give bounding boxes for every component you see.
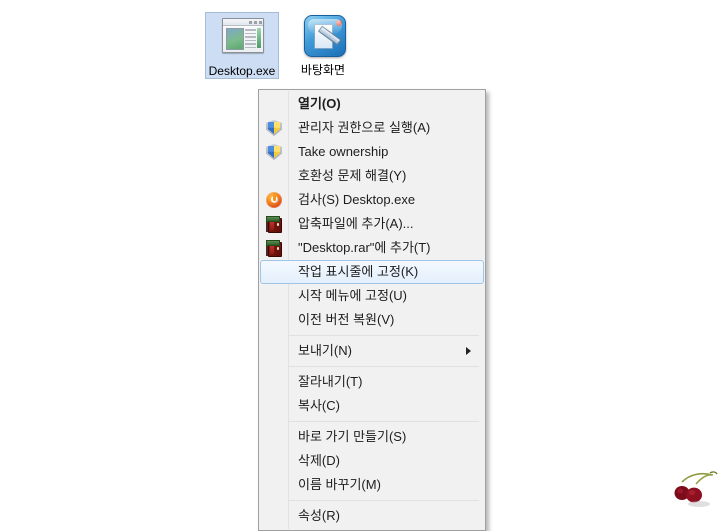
menu-item-label: "Desktop.rar"에 추가(T) bbox=[298, 240, 431, 255]
desktop-shortcut-icon bbox=[299, 12, 347, 60]
menu-item-label: 바로 가기 만들기(S) bbox=[298, 429, 407, 444]
menu-item-icon-slot bbox=[261, 394, 289, 418]
menu-item[interactable]: 보내기(N) bbox=[260, 339, 484, 363]
menu-item-icon-slot bbox=[261, 164, 289, 188]
menu-item-icon-slot bbox=[261, 449, 289, 473]
menu-item-icon-slot bbox=[261, 425, 289, 449]
menu-item-icon-slot bbox=[261, 370, 289, 394]
menu-item-label: 보내기(N) bbox=[298, 343, 352, 358]
menu-item-label: Take ownership bbox=[298, 144, 389, 159]
desktop-icon-label: 바탕화면 bbox=[300, 63, 346, 77]
submenu-arrow-icon bbox=[466, 347, 471, 355]
menu-item[interactable]: 이름 바꾸기(M) bbox=[260, 473, 484, 497]
menu-item-icon-slot bbox=[261, 284, 289, 308]
desktop-icon-batanghwamyeon[interactable]: 바탕화면 bbox=[287, 12, 359, 77]
menu-item-label: 복사(C) bbox=[298, 398, 340, 413]
menu-item-label: 속성(R) bbox=[298, 508, 340, 523]
menu-item[interactable]: 호환성 문제 해결(Y) bbox=[260, 164, 484, 188]
winrar-archive-icon bbox=[261, 236, 289, 260]
menu-item-label: 호환성 문제 해결(Y) bbox=[298, 168, 407, 183]
menu-item[interactable]: 관리자 권한으로 실행(A) bbox=[260, 116, 484, 140]
cherries-svg bbox=[674, 471, 718, 507]
menu-separator bbox=[288, 335, 479, 336]
winrar-archive-icon bbox=[261, 212, 289, 236]
desktop-icon-label: Desktop.exe bbox=[208, 64, 276, 78]
menu-item-label: 검사(S) Desktop.exe bbox=[298, 192, 416, 207]
menu-item-label: 이전 버전 복원(V) bbox=[298, 312, 395, 327]
menu-item-label: 작업 표시줄에 고정(K) bbox=[298, 264, 419, 279]
menu-separator bbox=[288, 421, 479, 422]
menu-item[interactable]: 압축파일에 추가(A)... bbox=[260, 212, 484, 236]
context-menu[interactable]: 열기(O) 관리자 권한으로 실행(A) Take ownership 호환성 문제 … bbox=[258, 89, 486, 531]
antivirus-scan-icon bbox=[261, 188, 289, 212]
menu-separator bbox=[288, 500, 479, 501]
menu-item-label: 잘라내기(T) bbox=[298, 374, 363, 389]
menu-item-icon-slot bbox=[261, 92, 289, 116]
menu-item-label: 관리자 권한으로 실행(A) bbox=[298, 120, 431, 135]
menu-item[interactable]: 이전 버전 복원(V) bbox=[260, 308, 484, 332]
cherries-graphic bbox=[672, 470, 718, 512]
menu-item[interactable]: 작업 표시줄에 고정(K) bbox=[260, 260, 484, 284]
menu-item[interactable]: 검사(S) Desktop.exe bbox=[260, 188, 484, 212]
menu-item-label: 시작 메뉴에 고정(U) bbox=[298, 288, 407, 303]
menu-item[interactable]: 속성(R) bbox=[260, 504, 484, 528]
menu-item-icon-slot bbox=[261, 308, 289, 332]
menu-separator bbox=[288, 366, 479, 367]
application-window-icon bbox=[218, 13, 266, 61]
menu-item-label: 이름 바꾸기(M) bbox=[298, 477, 381, 492]
menu-item[interactable]: 바로 가기 만들기(S) bbox=[260, 425, 484, 449]
menu-item[interactable]: 시작 메뉴에 고정(U) bbox=[260, 284, 484, 308]
menu-item-icon-slot bbox=[261, 504, 289, 528]
menu-item-icon-slot bbox=[261, 339, 289, 363]
uac-shield-icon bbox=[261, 116, 289, 140]
menu-item[interactable]: 열기(O) bbox=[260, 92, 484, 116]
menu-item[interactable]: 잘라내기(T) bbox=[260, 370, 484, 394]
menu-item-label: 삭제(D) bbox=[298, 453, 340, 468]
menu-item[interactable]: Take ownership bbox=[260, 140, 484, 164]
uac-shield-icon bbox=[261, 140, 289, 164]
menu-item[interactable]: 삭제(D) bbox=[260, 449, 484, 473]
menu-item[interactable]: 복사(C) bbox=[260, 394, 484, 418]
menu-item-label: 압축파일에 추가(A)... bbox=[298, 216, 414, 231]
desktop-background: Desktop.exe 바탕화면 열기(O) 관리자 권한으로 실행(A) Take… bbox=[0, 0, 720, 531]
desktop-icon-desktop-exe[interactable]: Desktop.exe bbox=[205, 12, 279, 79]
menu-item-label: 열기(O) bbox=[298, 96, 341, 111]
menu-item-icon-slot bbox=[261, 260, 289, 284]
menu-item-icon-slot bbox=[261, 473, 289, 497]
menu-item[interactable]: "Desktop.rar"에 추가(T) bbox=[260, 236, 484, 260]
